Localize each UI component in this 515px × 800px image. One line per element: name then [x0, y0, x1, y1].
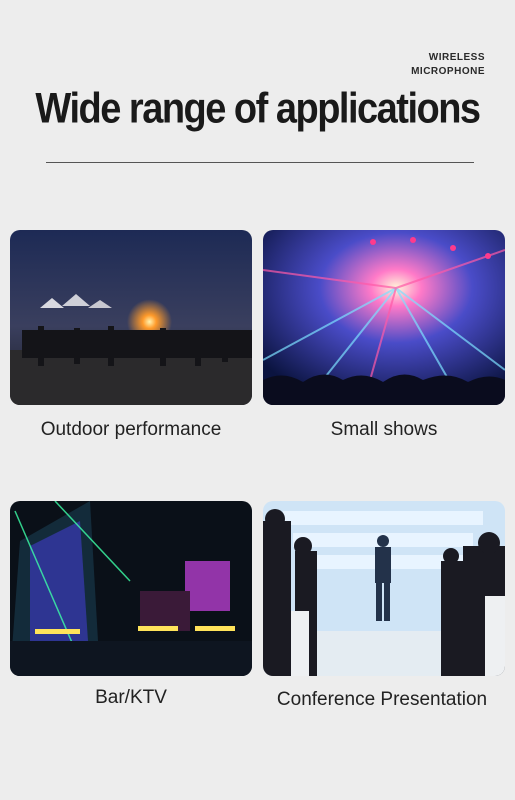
conference-presentation-photo [263, 501, 505, 676]
small-shows-photo [263, 230, 505, 405]
brand-line-1: WIRELESS [428, 52, 485, 63]
page-title: Wide range of applications [35, 85, 481, 133]
title-divider [46, 162, 474, 163]
brand-label: WIRELESS MICROPHONE [411, 51, 485, 79]
caption-outdoor-performance: Outdoor performance [40, 419, 222, 440]
caption-small-shows: Small shows [330, 419, 438, 440]
caption-bar-ktv: Bar/KTV [95, 687, 167, 708]
brand-line-2: MICROPHONE [411, 66, 485, 77]
outdoor-performance-photo [10, 230, 252, 405]
bar-ktv-photo [10, 501, 252, 676]
caption-conference-presentation: Conference Presentation [276, 689, 488, 710]
